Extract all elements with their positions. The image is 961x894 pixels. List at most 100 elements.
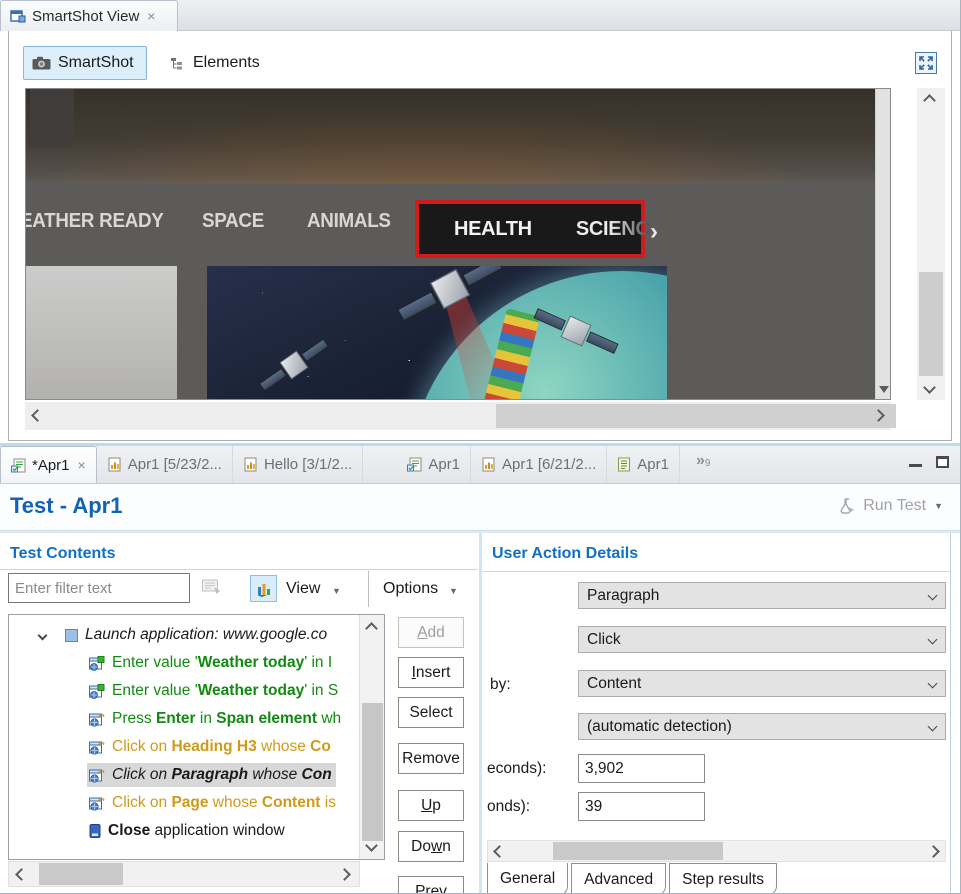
scrollbar-thumb[interactable] <box>553 842 723 860</box>
scroll-right-icon[interactable] <box>927 845 940 858</box>
editor-tab--apr1[interactable]: *Apr1 × <box>0 446 97 483</box>
test-step-row[interactable]: Press Enter in Span element wh <box>9 705 361 733</box>
prev-button[interactable]: Prev <box>398 876 464 894</box>
details-horizontal-scrollbar[interactable] <box>487 840 946 862</box>
up-button[interactable]: Up <box>398 790 464 821</box>
elements-tree-icon <box>171 57 186 70</box>
view-vertical-scrollbar[interactable] <box>917 88 945 400</box>
smartshot-mode-button[interactable]: SmartShot <box>23 46 147 80</box>
details-tab-advanced[interactable]: Advanced <box>571 863 666 894</box>
test-step-row[interactable]: Click on Heading H3 whose Co <box>9 733 361 761</box>
scrollbar-thumb[interactable] <box>39 863 123 885</box>
action-select[interactable]: Click <box>578 626 946 653</box>
select-button[interactable]: Select <box>398 697 464 728</box>
scroll-up-icon[interactable] <box>923 94 936 107</box>
smartshot-button-label: SmartShot <box>58 54 134 72</box>
chevron-down-icon[interactable]: ▼ <box>449 586 458 596</box>
insert-button[interactable]: Insert <box>398 657 464 688</box>
editor-panels: Test Contents View ▼ Options ▼ Launch ap… <box>0 531 961 894</box>
view-tab-smartshot-view[interactable]: SmartShot View × <box>0 0 178 31</box>
run-test-icon <box>840 498 855 514</box>
nav-item: EATHER READY <box>25 210 164 233</box>
panel-right-edge <box>950 533 951 894</box>
details-tab-general[interactable]: General <box>487 863 568 894</box>
details-tab-step-results[interactable]: Step results <box>669 863 777 894</box>
run-test-button[interactable]: Run Test ▼ <box>840 497 943 515</box>
nav-item: SPACE <box>202 210 264 233</box>
test-icon <box>407 457 422 472</box>
editor-tab-apr1--5-23-2---[interactable]: Apr1 [5/23/2... <box>97 446 233 483</box>
think-time-input[interactable] <box>578 792 705 821</box>
report-icon <box>481 457 496 472</box>
close-icon[interactable]: × <box>147 9 155 23</box>
scroll-down-icon[interactable] <box>365 839 378 852</box>
hidden-editors-indicator[interactable]: » 9 <box>696 446 710 483</box>
view-mode-toggle-button[interactable] <box>250 575 277 602</box>
tree-vertical-scrollbar[interactable] <box>359 615 384 859</box>
elements-mode-button[interactable]: Elements <box>161 46 270 80</box>
timeout-input[interactable] <box>578 754 705 783</box>
report-icon <box>107 457 122 472</box>
editor-tab-hello--3-1-2---[interactable]: Hello [3/1/2... <box>233 446 363 483</box>
test-step-text: Click on Paragraph whose Con <box>112 766 332 784</box>
test-step-text: Click on Page whose Content is <box>112 794 336 812</box>
scrollbar-thumb[interactable] <box>496 404 896 428</box>
view-menu-button[interactable]: View <box>286 580 320 598</box>
header-underline <box>0 569 478 570</box>
toolbar-divider <box>368 571 369 607</box>
scroll-left-icon[interactable] <box>493 845 506 858</box>
webpage-nav-bar: EATHER READY SPACE ANIMALS HEALTH SCIENC… <box>26 184 890 266</box>
test-step-row[interactable]: Launch application: www.google.co <box>9 621 361 649</box>
chevron-down-icon[interactable]: ▼ <box>332 586 341 596</box>
editor-tab-label: *Apr1 <box>32 457 70 474</box>
scroll-left-icon[interactable] <box>31 409 44 422</box>
test-step-row[interactable]: Click on Paragraph whose Con <box>9 761 361 789</box>
options-menu-button[interactable]: Options <box>383 580 438 598</box>
editor-tabs: *Apr1 × Apr1 [5/23/2... Hello [3/1/2... Apr1… <box>0 446 680 483</box>
smartshot-view-body: SmartShot Elements EATHER READY <box>8 31 952 441</box>
subitem-select[interactable]: (automatic detection) <box>578 713 946 740</box>
view-tab-bar: SmartShot View × <box>0 0 961 31</box>
close-icon[interactable]: × <box>78 458 86 472</box>
hidden-editors-count: 9 <box>705 458 711 469</box>
scroll-right-icon[interactable] <box>338 868 351 881</box>
test-step-row[interactable]: Enter value 'Weather today' in I <box>9 649 361 677</box>
test-steps-tree: Launch application: www.google.co Enter v… <box>8 614 385 860</box>
test-step-text: Enter value 'Weather today' in I <box>112 654 332 672</box>
identify-by-select[interactable]: Content <box>578 670 946 697</box>
enter-icon <box>89 656 105 671</box>
editor-tab-apr1--6-21-2---[interactable]: Apr1 [6/21/2... <box>471 446 607 483</box>
filter-settings-icon[interactable] <box>202 579 222 596</box>
test-step-row[interactable]: Enter value 'Weather today' in S <box>9 677 361 705</box>
view-horizontal-scrollbar[interactable] <box>25 402 891 430</box>
chevron-down-icon <box>928 591 938 601</box>
test-step-row[interactable]: Click on Page whose Content is <box>9 789 361 817</box>
scrollbar-thumb[interactable] <box>362 703 383 841</box>
header-underline <box>482 571 950 572</box>
editor-tab-label: Apr1 [5/23/2... <box>128 456 222 473</box>
maximize-icon[interactable] <box>936 456 949 468</box>
scrollbar-thumb[interactable] <box>919 272 943 376</box>
test-contents-header: Test Contents <box>10 545 115 563</box>
remove-button[interactable]: Remove <box>398 743 464 774</box>
element-type-select[interactable]: Paragraph <box>578 582 946 609</box>
subitem-value: (automatic detection) <box>587 718 732 736</box>
down-button[interactable]: Down <box>398 831 464 862</box>
expander-chevron-icon[interactable] <box>38 631 48 641</box>
webpage-logo-block <box>30 89 74 146</box>
editor-tab-bar: *Apr1 × Apr1 [5/23/2... Hello [3/1/2... Apr1… <box>0 446 961 484</box>
filter-input[interactable] <box>8 573 190 603</box>
test-step-text: Close application window <box>108 822 285 840</box>
scroll-up-icon[interactable] <box>365 622 378 635</box>
editor-tab-apr1[interactable]: Apr1 <box>397 446 471 483</box>
editor-tab-apr1[interactable]: Apr1 <box>607 446 680 483</box>
panel-separator[interactable] <box>479 533 482 894</box>
maximize-view-button[interactable] <box>915 52 937 74</box>
chevron-down-icon[interactable]: ▼ <box>934 501 943 511</box>
scroll-left-icon[interactable] <box>15 868 28 881</box>
minimize-icon[interactable] <box>909 464 922 467</box>
test-step-row[interactable]: Close application window <box>9 817 361 845</box>
webpage-scrollbar <box>875 89 890 399</box>
tree-horizontal-scrollbar[interactable] <box>8 861 360 887</box>
scroll-down-icon[interactable] <box>923 381 936 394</box>
